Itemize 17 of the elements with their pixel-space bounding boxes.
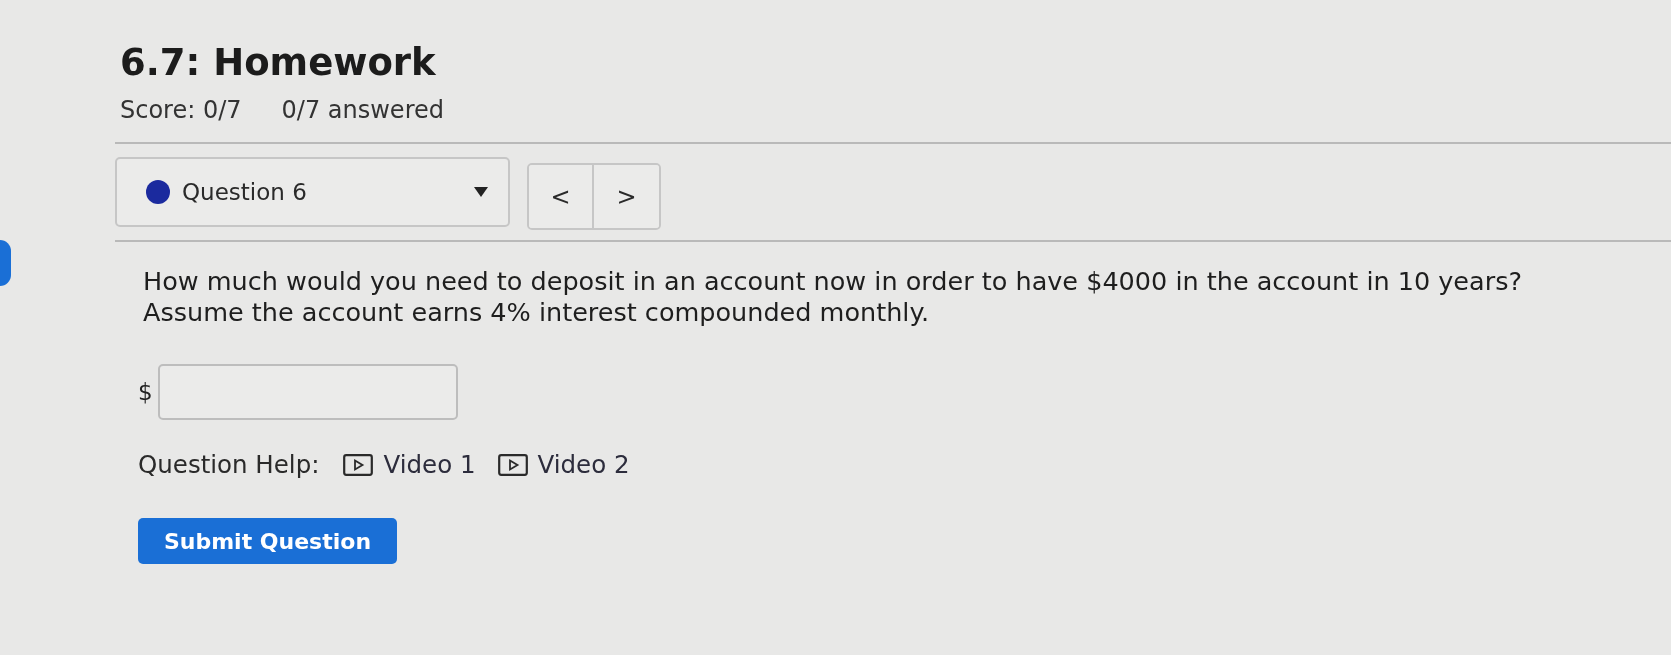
video-icon <box>343 454 374 476</box>
video-link[interactable]: Video 2 <box>497 450 630 480</box>
answer-field[interactable] <box>157 364 458 420</box>
side-tab-icon[interactable] <box>0 240 11 286</box>
score-text: Score: 0/7 <box>120 96 242 124</box>
video-link[interactable]: Video 1 <box>343 450 476 480</box>
assignment-title: 6.7: Homework <box>120 40 437 86</box>
submit-question-button[interactable]: Submit Question <box>138 518 397 564</box>
dollar-sign: $ <box>138 379 153 405</box>
status-dot-icon <box>146 180 170 204</box>
answered-count: 0/7 answered <box>281 96 444 124</box>
question-text: How much would you need to deposit in an account now in order to have $4000 in the account in 10 years? Assume the account earns 4% interest compounded monthly. <box>143 266 1523 328</box>
previous-button[interactable]: < <box>529 165 594 228</box>
video-icon <box>497 454 528 476</box>
caret-icon <box>474 187 488 197</box>
question-help-label: Question Help: <box>138 450 320 480</box>
question-dropdown[interactable]: Question 6 <box>115 157 510 227</box>
